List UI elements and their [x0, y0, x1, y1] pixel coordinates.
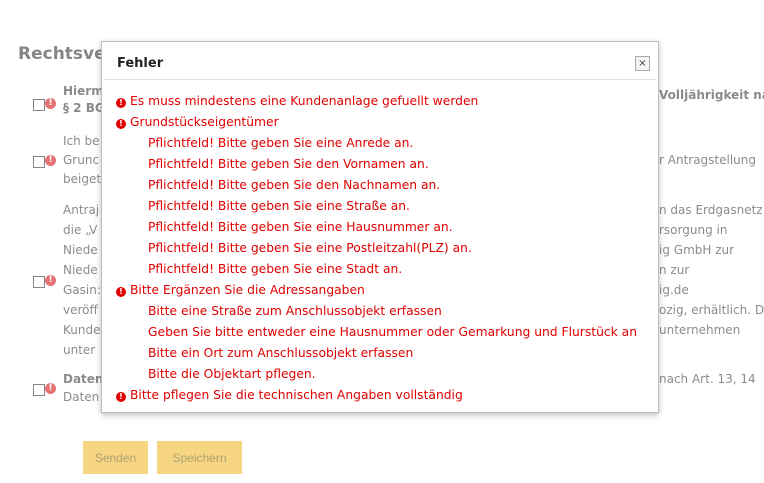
error-heading: ! Bitte Ergänzen Sie die Adressangaben — [116, 280, 648, 301]
error-text: Grundstückseigentümer — [130, 115, 279, 129]
exclamation-circle-icon: ! — [116, 119, 126, 129]
error-list: ! Es muss mindestens eine Kundenanlage ge… — [116, 91, 648, 406]
error-text: Pflichtfeld! Bitte geben Sie den Nachnam… — [148, 178, 441, 192]
error-text: Pflichtfeld! Bitte geben Sie den Vorname… — [148, 157, 429, 171]
error-detail: Pflichtfeld! Bitte geben Sie eine Stadt … — [116, 259, 648, 280]
error-detail: Pflichtfeld! Bitte geben Sie eine Anrede… — [116, 133, 648, 154]
error-detail: Pflichtfeld! Bitte geben Sie den Nachnam… — [116, 175, 648, 196]
error-detail: Pflichtfeld! Bitte geben Sie eine Postle… — [116, 238, 648, 259]
error-detail: Pflichtfeld! Bitte geben Sie eine Hausnu… — [116, 217, 648, 238]
error-text: Bitte pflegen Sie die technischen Angabe… — [130, 388, 463, 402]
error-text: Geben Sie bitte entweder eine Hausnummer… — [148, 325, 637, 339]
error-text: Pflichtfeld! Bitte geben Sie eine Postle… — [148, 241, 472, 255]
error-detail: Bitte die Objektart pflegen. — [116, 364, 648, 385]
error-heading: ! Es muss mindestens eine Kundenanlage ge… — [116, 91, 648, 112]
error-detail: Geben Sie bitte entweder eine Hausnummer… — [116, 322, 648, 343]
error-detail: Pflichtfeld! Bitte geben Sie den Vorname… — [116, 154, 648, 175]
error-text: Pflichtfeld! Bitte geben Sie eine Hausnu… — [148, 220, 453, 234]
error-text: Bitte Ergänzen Sie die Adressangaben — [130, 283, 365, 297]
error-text: Bitte die Objektart pflegen. — [148, 367, 316, 381]
error-dialog: Fehler × ! Es muss mindestens eine Kunden… — [101, 41, 659, 413]
error-text: Pflichtfeld! Bitte geben Sie eine Stadt … — [148, 262, 403, 276]
dialog-divider — [103, 79, 657, 80]
error-text: Bitte ein Ort zum Anschlussobjekt erfass… — [148, 346, 414, 360]
exclamation-circle-icon: ! — [116, 98, 126, 108]
error-text: Bitte eine Straße zum Anschlussobjekt er… — [148, 304, 442, 318]
error-heading: ! Grundstückseigentümer — [116, 112, 648, 133]
error-detail: Bitte eine Straße zum Anschlussobjekt er… — [116, 301, 648, 322]
error-detail: Pflichtfeld! Bitte geben Sie eine Straße… — [116, 196, 648, 217]
error-heading: ! Bitte pflegen Sie die technischen Angab… — [116, 385, 648, 406]
error-text: Es muss mindestens eine Kundenanlage gef… — [130, 94, 479, 108]
exclamation-circle-icon: ! — [116, 287, 126, 297]
error-detail: Bitte ein Ort zum Anschlussobjekt erfass… — [116, 343, 648, 364]
close-icon[interactable]: × — [635, 56, 650, 71]
dialog-title: Fehler — [117, 56, 164, 71]
exclamation-circle-icon: ! — [116, 392, 126, 402]
error-text: Pflichtfeld! Bitte geben Sie eine Straße… — [148, 199, 410, 213]
error-text: Pflichtfeld! Bitte geben Sie eine Anrede… — [148, 136, 414, 150]
